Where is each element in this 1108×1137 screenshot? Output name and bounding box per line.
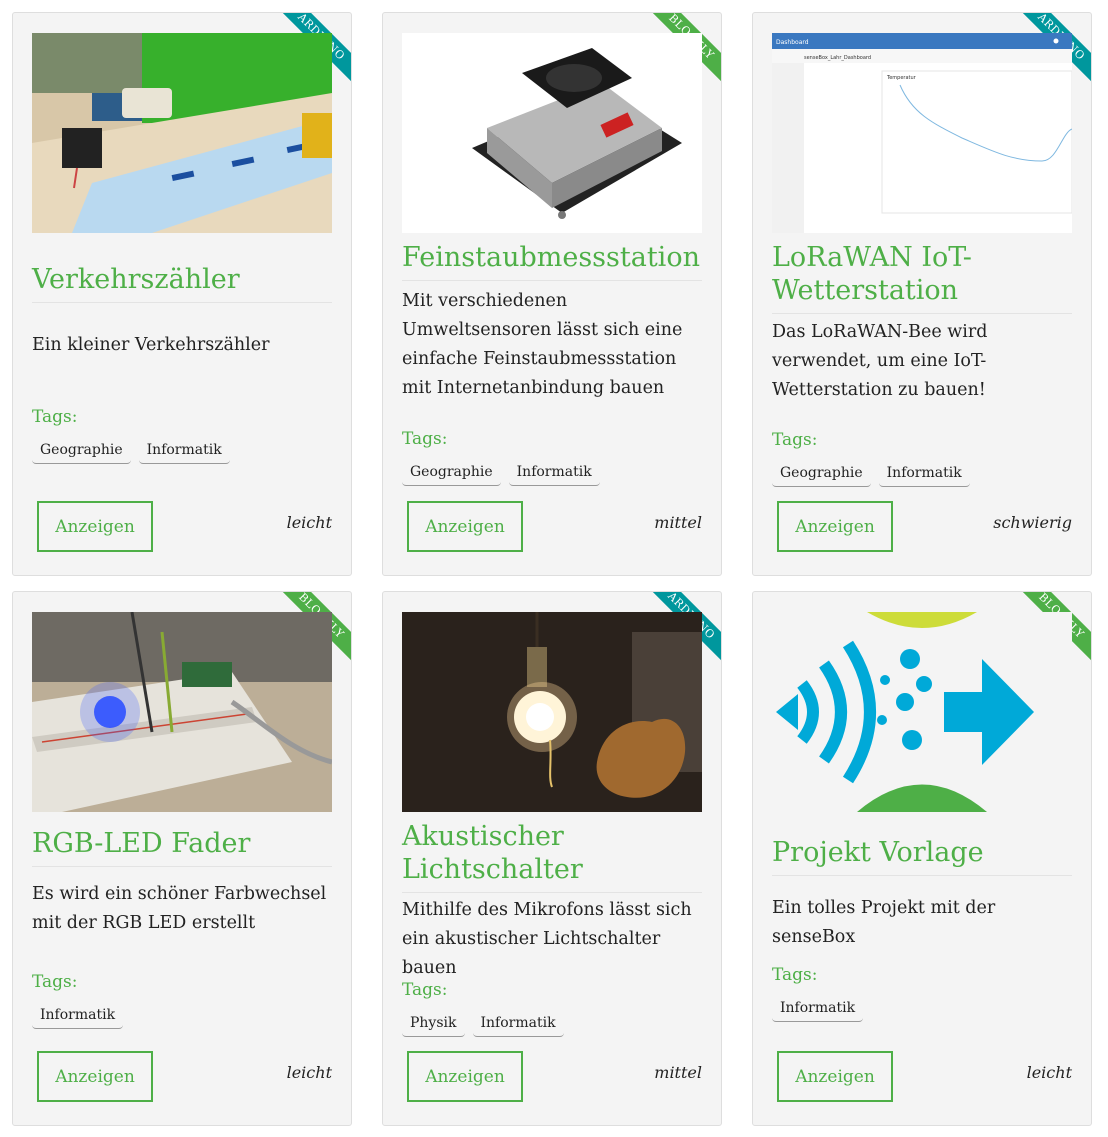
tags-label: Tags: <box>402 980 448 1000</box>
project-image[interactable] <box>402 612 702 812</box>
tags-label: Tags: <box>772 430 818 450</box>
project-card: BLOCKLY Feinstaubmessstation Mit verschi… <box>382 12 722 576</box>
tag[interactable]: Geographie <box>402 460 501 486</box>
difficulty-level: leicht <box>286 513 332 532</box>
project-description: Mithilfe des Mikrofons lässt sich ein ak… <box>402 900 692 978</box>
tags-label: Tags: <box>32 972 78 992</box>
project-image[interactable] <box>402 33 702 233</box>
project-description: Ein kleiner Verkehrszähler <box>32 335 270 355</box>
project-description: Ein tolles Projekt mit der senseBox <box>772 898 996 947</box>
tags-label: Tags: <box>32 407 78 427</box>
project-image[interactable] <box>772 612 1072 812</box>
tag[interactable]: Informatik <box>32 1003 124 1029</box>
project-image[interactable]: Dashboard senseBox_Lahr_Dashboard Temper… <box>772 33 1072 233</box>
tag[interactable]: Informatik <box>508 460 600 486</box>
tag[interactable]: Informatik <box>878 461 970 487</box>
tag[interactable]: Geographie <box>32 438 131 464</box>
difficulty-level: mittel <box>654 513 702 532</box>
tag[interactable]: Informatik <box>772 996 864 1022</box>
project-card: BLOCKLY Projekt Vorlage Ein tolles Proje… <box>752 591 1092 1126</box>
show-button[interactable]: Anzeigen <box>777 1051 893 1102</box>
difficulty-level: schwierig <box>993 513 1072 532</box>
project-image[interactable] <box>32 33 332 233</box>
tag-list: Informatik <box>32 1003 124 1029</box>
dashboard-title: senseBox_Lahr_Dashboard <box>804 55 871 61</box>
show-button[interactable]: Anzeigen <box>407 501 523 552</box>
difficulty-level: mittel <box>654 1063 702 1082</box>
project-description: Das LoRaWAN-Bee wird verwendet, um eine … <box>772 322 988 400</box>
tag-list: Physik Informatik <box>402 1011 564 1037</box>
project-title[interactable]: Feinstaubmessstation <box>402 241 702 281</box>
project-card: BLOCKLY RGB-LED Fader Es wird ein schöne… <box>12 591 352 1126</box>
tag-list: Geographie Informatik <box>32 438 230 464</box>
tags-label: Tags: <box>772 965 818 985</box>
project-card: ARDUINO Dashboard senseBox_Lahr_Dashboar… <box>752 12 1092 576</box>
tags-label: Tags: <box>402 429 448 449</box>
project-description: Mit verschiedenen Umweltsensoren lässt s… <box>402 291 683 398</box>
dashboard-chart-title: Temperatur <box>886 75 917 81</box>
project-description: Es wird ein schöner Farbwechsel mit der … <box>32 884 327 933</box>
project-title[interactable]: Akustischer Lichtschalter <box>402 820 702 893</box>
dashboard-app-label: Dashboard <box>776 39 809 46</box>
show-button[interactable]: Anzeigen <box>37 501 153 552</box>
tag[interactable]: Physik <box>402 1011 465 1037</box>
show-button[interactable]: Anzeigen <box>407 1051 523 1102</box>
project-image[interactable] <box>32 612 332 812</box>
show-button[interactable]: Anzeigen <box>37 1051 153 1102</box>
project-title[interactable]: Projekt Vorlage <box>772 836 1072 876</box>
project-card: ARDUINO Verkehrszähler Ein kleiner Verke… <box>12 12 352 576</box>
tag-list: Informatik <box>772 996 864 1022</box>
tag[interactable]: Informatik <box>472 1011 564 1037</box>
project-title[interactable]: LoRaWAN IoT-Wetterstation <box>772 241 1072 314</box>
project-card: ARDUINO Akustischer Lichtschalter Mithil… <box>382 591 722 1126</box>
project-title[interactable]: Verkehrszähler <box>32 263 332 303</box>
show-button[interactable]: Anzeigen <box>777 501 893 552</box>
project-title[interactable]: RGB-LED Fader <box>32 827 332 867</box>
tag[interactable]: Geographie <box>772 461 871 487</box>
tag-list: Geographie Informatik <box>772 461 970 487</box>
difficulty-level: leicht <box>286 1063 332 1082</box>
difficulty-level: leicht <box>1026 1063 1072 1082</box>
tag[interactable]: Informatik <box>138 438 230 464</box>
tag-list: Geographie Informatik <box>402 460 600 486</box>
